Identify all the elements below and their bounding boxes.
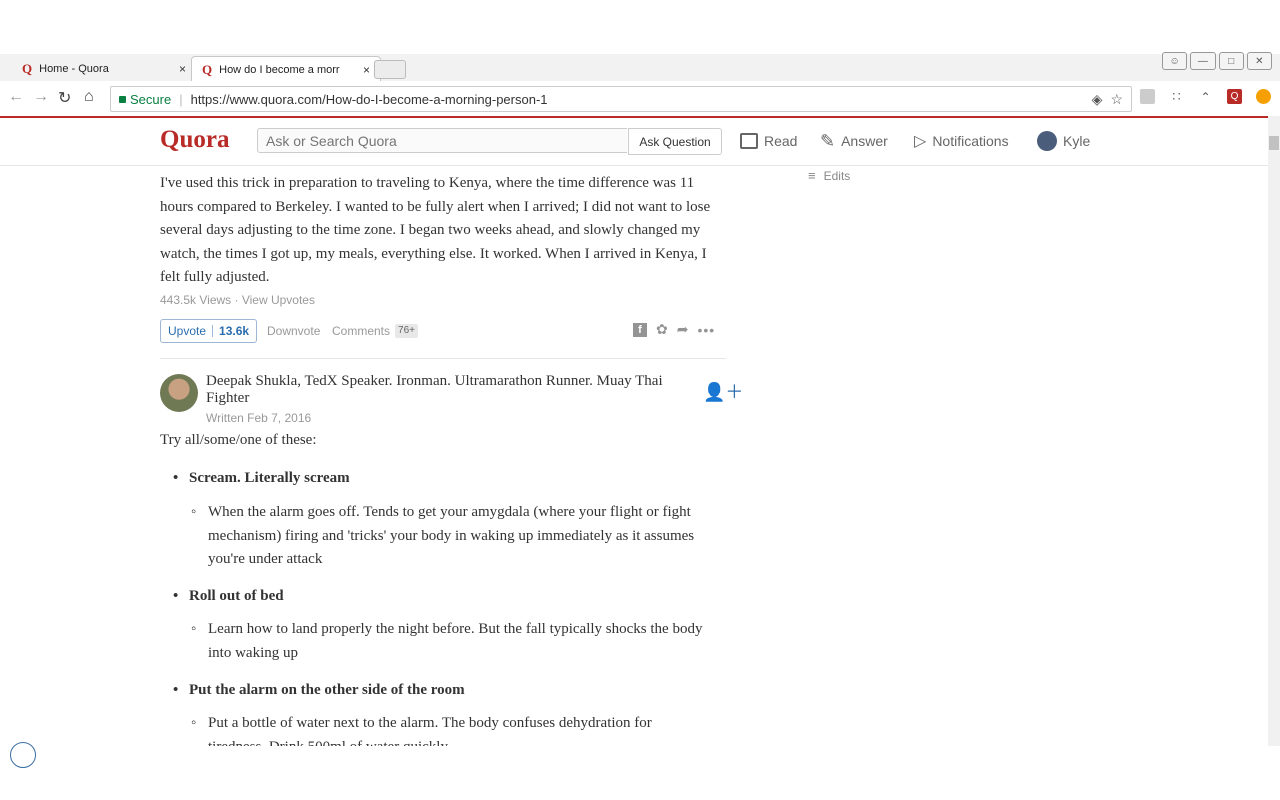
nav-answer[interactable]: ✎ Answer [820,128,888,154]
scrollbar-thumb[interactable] [1269,136,1279,150]
nav-profile[interactable]: Kyle [1037,128,1090,154]
avatar [1037,131,1057,151]
url-field[interactable]: Secure | https://www.quora.com/How-do-I-… [110,86,1132,112]
page-bottom [0,746,1280,800]
upvote-count: 13.6k [219,324,250,338]
maximize-icon[interactable]: □ [1218,52,1244,70]
edits-link[interactable]: ≡ Edits [808,168,850,183]
chat-icon[interactable] [10,742,36,768]
url-separator: | [179,91,183,107]
quora-extension-icon[interactable]: Q [1227,89,1242,104]
read-icon [740,133,758,149]
url-text: https://www.quora.com/How-do-I-become-a-… [190,91,548,107]
facebook-icon[interactable]: f [633,322,647,337]
scrollbar[interactable] [1268,116,1280,746]
answer-stats[interactable]: 443.5k Views · View Upvotes [160,293,315,307]
comment-count-badge: 76+ [395,324,418,338]
apps-grid-icon[interactable]: ∷ [1169,89,1184,104]
written-date[interactable]: Written Feb 7, 2016 [206,411,311,425]
nav-read[interactable]: Read [740,128,797,154]
quora-favicon-icon: Q [22,60,33,76]
close-window-icon[interactable]: ✕ [1246,52,1272,70]
downvote-button[interactable]: Downvote [267,324,320,338]
nav-notifications[interactable]: ▷ Notifications [914,128,1009,154]
tip-detail: ◦ When the alarm goes off. Tends to get y… [191,504,695,567]
extension-icon[interactable] [1256,89,1271,104]
home-icon[interactable]: ⌂ [84,88,94,106]
author-credential[interactable]: Deepak Shukla, TedX Speaker. Ironman. Ul… [206,373,676,407]
secure-indicator[interactable]: Secure [119,92,171,107]
quora-logo[interactable]: Quora [160,126,229,154]
tip-detail: ◦ Learn how to land properly the night be… [191,621,703,661]
new-tab-button[interactable] [374,60,406,79]
close-tab-icon[interactable]: × [363,63,370,77]
follow-user-icon[interactable]: 👤＋ [703,378,743,404]
profile-icon[interactable]: ☺ [1162,52,1188,70]
tip-title: • Roll out of bed [173,588,284,604]
upvote-button[interactable]: Upvote 13.6k [160,319,258,343]
share-actions: f ✿ ➦ ••• [633,321,715,338]
author-avatar[interactable] [160,374,198,412]
edits-list-icon: ≡ [808,168,816,183]
more-options-icon[interactable]: ••• [697,322,715,338]
lock-icon [119,95,126,103]
ask-question-button[interactable]: Ask Question [628,128,722,155]
tip-title: • Scream. Literally scream [173,470,350,486]
forward-icon[interactable]: → [33,88,49,106]
tip-title: • Put the alarm on the other side of the … [173,682,465,698]
answer-pencil-icon: ✎ [820,130,836,151]
tab-title: Home - Quora [39,62,109,75]
upvote-divider [212,325,214,337]
twitter-icon[interactable]: ✿ [656,321,668,338]
tab-morning-person[interactable]: Q How do I become a morr × [191,56,381,82]
reload-icon[interactable]: ↻ [58,88,71,108]
window-controls: ☺ — □ ✕ [1162,52,1272,70]
extension-icon[interactable] [1140,89,1155,104]
search-input[interactable] [257,128,627,153]
back-icon[interactable]: ← [8,88,24,106]
notifications-icon: ▷ [914,133,927,150]
tab-home-quora[interactable]: Q Home - Quora × [14,56,196,81]
extensions: ∷ ⌃ Q [1140,89,1271,104]
answer-intro: Try all/some/one of these: [160,432,317,448]
share-icon[interactable]: ➦ [677,321,689,338]
answer-divider [160,358,726,359]
tab-title: How do I become a morr [219,63,340,76]
translate-icon[interactable]: ◈ [1092,91,1103,108]
quora-favicon-icon: Q [202,61,213,77]
comments-button[interactable]: Comments 76+ [332,324,418,338]
bookmark-star-icon[interactable]: ☆ [1110,91,1123,108]
minimize-icon[interactable]: — [1190,52,1216,70]
extension-icon[interactable]: ⌃ [1198,89,1213,104]
answer-text: I've used this trick in preparation to t… [160,175,711,285]
close-tab-icon[interactable]: × [179,62,186,76]
